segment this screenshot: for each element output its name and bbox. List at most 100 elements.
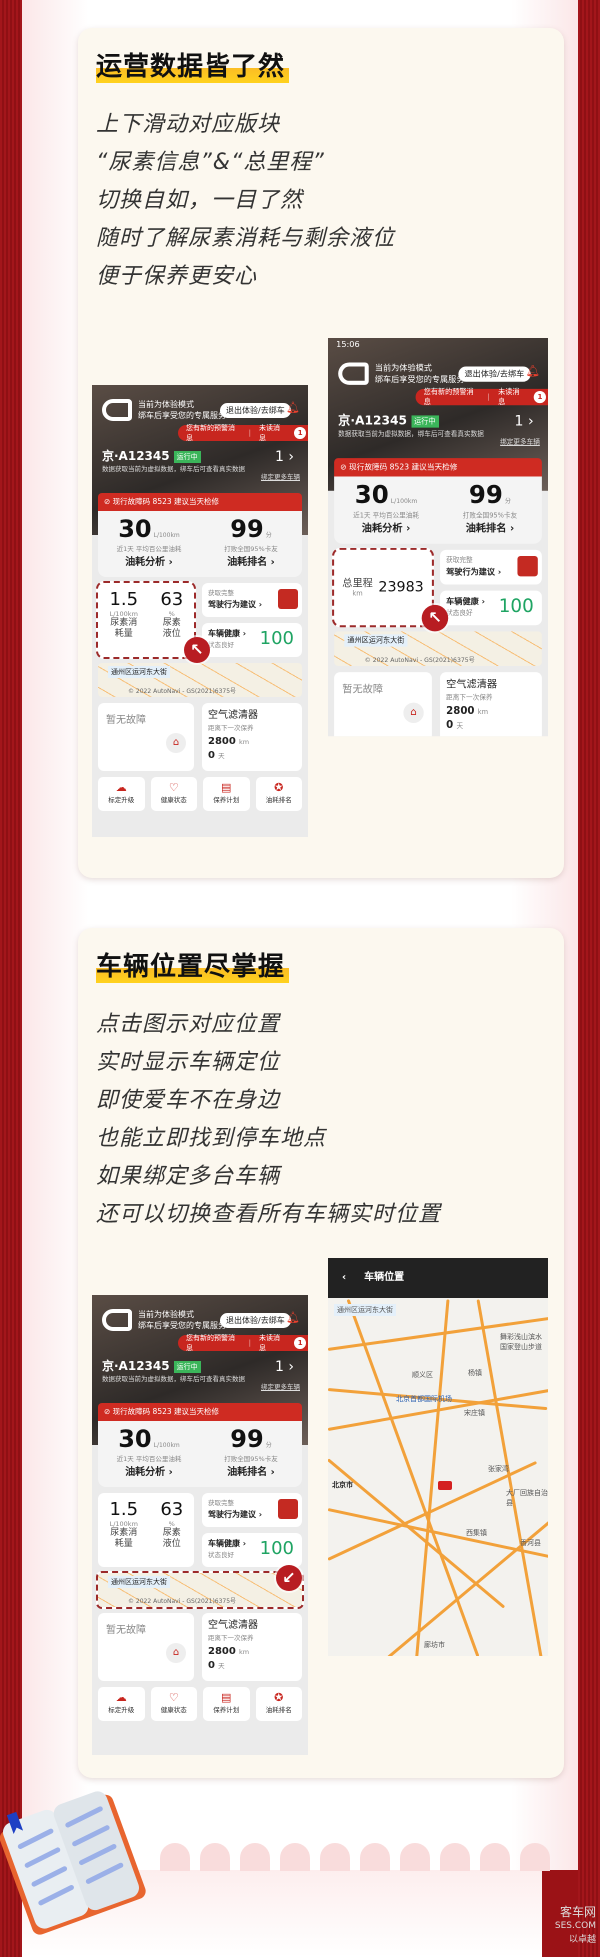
urea-level-value: 63 <box>160 589 184 610</box>
vehicle-health-link: 车辆健康 › <box>208 629 247 638</box>
vehicle-health-card[interactable]: 车辆健康 › 状态良好 100 <box>202 623 302 657</box>
fuel-rank-link[interactable]: 油耗排名 › <box>438 519 542 534</box>
app-dashboard-screenshot: 当前为体验模式 绑车后享受您的专属服务 退出体验/去绑车 🔔︎ 您有新的预警消息 |… <box>92 385 308 837</box>
fuel-rank-link[interactable]: 油耗排名 › <box>200 553 302 568</box>
map-label: 宋庄镇 <box>464 1409 485 1417</box>
fault-status-card[interactable]: 暂无故障 ⌂ <box>334 672 432 736</box>
map-label: 香河县 <box>520 1539 541 1547</box>
km-unit: km <box>239 738 250 746</box>
description-line: 点击图示对应位置 <box>96 1012 281 1037</box>
nav-calibration-upgrade[interactable]: ☁ 标定升级 <box>98 1687 145 1721</box>
urea-consumption-unit: L/100km <box>109 1520 138 1528</box>
description-line: 上下滑动对应版块 <box>96 112 281 137</box>
fault-status-card[interactable]: 暂无故障 ⌂ <box>98 703 194 771</box>
driving-advice-card[interactable]: 获取完整 驾驶行为建议 › <box>202 1493 302 1527</box>
section-description: 上下滑动对应版块 “尿素信息”&“总里程” 切换自如，一目了然 随时了解尿素消耗… <box>96 106 395 296</box>
driving-advice-card[interactable]: 获取完整 驾驶行为建议 › <box>440 549 542 585</box>
map-preview[interactable]: 通州区运河东大街 © 2022 AutoNavi - GS(2021)6375号 <box>98 663 302 697</box>
nav-fuel-ranking[interactable]: ✪ 油耗排名 <box>255 777 302 811</box>
rank-value: 99 <box>230 515 264 543</box>
fault-code-bar[interactable]: ⊘ 现行故障码 8523 建议当天检修 <box>334 458 542 477</box>
days-unit: 天 <box>218 1662 225 1670</box>
nav-label: 油耗排名 <box>265 796 292 804</box>
bottom-shortcuts: ☁ 标定升级 ♡ 健康状态 ▤ 保养计划 ✪ 油耗排名 <box>98 777 302 811</box>
rank-caption: 打败全国95%卡友 <box>462 511 518 520</box>
description-line: 也能立即找到停车地点 <box>96 1126 327 1151</box>
rank-unit: 分 <box>504 497 512 506</box>
fuel-ranking[interactable]: 99 分打败全国95%卡友 油耗排名 › <box>200 1421 302 1487</box>
scallop-decoration <box>160 1843 550 1871</box>
fuel-caption: 近1天 平均百公里油耗 <box>353 511 419 520</box>
nav-calibration-upgrade[interactable]: ☁ 标定升级 <box>98 777 145 811</box>
air-filter-card[interactable]: 空气滤清器 距离下一次保养 2800 km 0 天 <box>202 1613 302 1681</box>
mileage-card[interactable]: 总里程 km 23983 <box>332 547 434 628</box>
nav-label: 健康状态 <box>160 796 187 804</box>
vehicle-health-link: 车辆健康 › <box>208 1539 247 1548</box>
air-filter-card[interactable]: 空气滤清器 距离下一次保养 2800 km 0 天 <box>440 672 542 736</box>
section-description: 点击图示对应位置 实时显示车辆定位 即使爱车不在身边 也能立即找到停车地点 如果… <box>96 1006 441 1234</box>
map-preview[interactable]: 通州区运河东大街 © 2022 AutoNavi - GS(2021)6375号 <box>96 1571 304 1609</box>
fuel-analysis[interactable]: 30 L/100km 近1天 平均百公里油耗 油耗分析 › <box>98 1421 200 1487</box>
fault-code-bar[interactable]: ⊘ 现行故障码 8523 建议当天检修 <box>98 493 302 511</box>
truck-marker-icon[interactable] <box>438 1481 452 1490</box>
nav-maintenance-plan[interactable]: ▤ 保养计划 <box>203 1687 250 1721</box>
bottom-shortcuts: ☁ 标定升级 ♡ 健康状态 ▤ 保养计划 ✪ 油耗排名 <box>98 1687 302 1721</box>
vehicle-health-card[interactable]: 车辆健康 › 状态良好 100 <box>202 1533 302 1567</box>
map-preview[interactable]: 通州区运河东大街 © 2022 AutoNavi - GS(2021)6375号 <box>334 631 542 666</box>
fuel-ranking[interactable]: 99 分打败全国95%卡友 油耗排名 › <box>438 477 542 544</box>
fuel-analysis[interactable]: 30 L/100km 近1天 平均百公里油耗 油耗分析 › <box>98 511 200 577</box>
red-border-left <box>0 0 22 1957</box>
urea-card[interactable]: 1.5 L/100km 尿素消耗量 63% 尿素液位 <box>96 581 196 659</box>
map-road <box>413 1299 450 1656</box>
nav-maintenance-plan[interactable]: ▤ 保养计划 <box>203 777 250 811</box>
fault-status-card[interactable]: 暂无故障 ⌂ <box>98 1613 194 1681</box>
fuel-analysis-link[interactable]: 油耗分析 › <box>98 1463 200 1478</box>
nav-fuel-ranking[interactable]: ✪ 油耗排名 <box>255 1687 302 1721</box>
fault-text: 现行故障码 8523 建议当天检修 <box>112 497 220 506</box>
watermark: 客车网 SES.COM 以卓越 <box>555 1905 596 1947</box>
air-filter-card[interactable]: 空气滤清器 距离下一次保养 2800 km 0 天 <box>202 703 302 771</box>
urea-consumption-label: 尿素消耗量 <box>110 1528 138 1549</box>
map-label: 西集镇 <box>466 1529 487 1537</box>
days-unit: 天 <box>456 721 464 731</box>
fuel-analysis[interactable]: 30 L/100km 近1天 平均百公里油耗 油耗分析 › <box>334 477 438 544</box>
driving-advice-card[interactable]: 获取完整 驾驶行为建议 › <box>202 583 302 617</box>
map-copyright: © 2022 AutoNavi - GS(2021)6375号 <box>364 656 475 664</box>
driving-advice-link: 驾驶行为建议 › <box>446 567 502 577</box>
fuel-value: 30 <box>354 480 389 510</box>
health-score: 100 <box>259 628 294 649</box>
description-line: 还可以切换查看所有车辆实时位置 <box>96 1202 442 1227</box>
urea-level-value: 63 <box>160 1499 184 1520</box>
section-title: 车辆位置尽掌握 <box>96 946 290 983</box>
urea-consumption-value: 1.5 <box>109 589 139 610</box>
map-label: 顺义区 <box>412 1371 433 1379</box>
days-left: 0 <box>208 1660 215 1671</box>
nav-health-status[interactable]: ♡ 健康状态 <box>150 777 197 811</box>
fuel-analysis-link[interactable]: 油耗分析 › <box>98 553 200 568</box>
km-left: 2800 <box>446 705 475 717</box>
fuel-ranking[interactable]: 99 分打败全国95%卡友 油耗排名 › <box>200 511 302 577</box>
map-address: 通州区运河东大街 <box>108 1576 170 1588</box>
description-line: 便于保养更安心 <box>96 264 258 289</box>
urea-card[interactable]: 1.5 L/100km 尿素消耗量 63% 尿素液位 <box>98 1493 194 1567</box>
repair-house-icon: ⌂ <box>166 733 186 753</box>
back-icon[interactable]: ‹ <box>342 1272 346 1283</box>
cloud-upload-icon: ☁ <box>115 781 127 794</box>
heart-icon: ♡ <box>168 781 179 794</box>
fuel-unit: L/100km <box>153 1442 180 1449</box>
urea-level-label: 尿素液位 <box>162 1528 181 1549</box>
nav-health-status[interactable]: ♡ 健康状态 <box>150 1687 197 1721</box>
km-unit: km <box>239 1648 250 1656</box>
map-label: 通州区运河东大街 <box>334 1304 396 1316</box>
fuel-rank-link[interactable]: 油耗排名 › <box>200 1463 302 1478</box>
fuel-value: 30 <box>118 1425 152 1453</box>
vehicle-health-card[interactable]: 车辆健康 › 状态良好 100 <box>440 590 542 626</box>
fuel-analysis-link[interactable]: 油耗分析 › <box>334 519 438 534</box>
map-label: 北京首都国际机场 <box>396 1395 452 1403</box>
warning-icon: ⊘ <box>340 462 350 472</box>
map-title: 车辆位置 <box>364 1272 405 1283</box>
rank-value: 99 <box>468 480 503 510</box>
health-score: 100 <box>259 1538 294 1559</box>
fault-code-bar[interactable]: ⊘ 现行故障码 8523 建议当天检修 <box>98 1403 302 1421</box>
rank-value: 99 <box>230 1425 264 1453</box>
